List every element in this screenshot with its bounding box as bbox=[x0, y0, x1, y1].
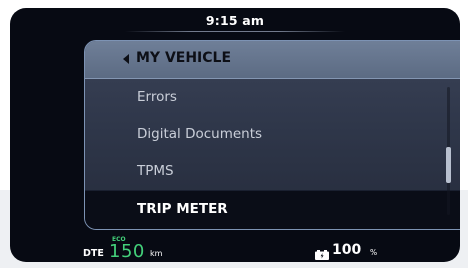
chevron-left-icon[interactable] bbox=[123, 54, 129, 64]
dashboard-screen: 9:15 am MY VEHICLE Errors Digital Docume… bbox=[10, 8, 460, 262]
clock: 9:15 am bbox=[205, 13, 265, 28]
menu-header[interactable]: MY VEHICLE bbox=[85, 41, 460, 79]
menu-item-label: Errors bbox=[137, 89, 177, 105]
dte-label: DTE bbox=[83, 248, 104, 259]
menu-item-label: TRIP METER bbox=[137, 201, 228, 217]
menu-item-errors[interactable]: Errors bbox=[85, 79, 460, 116]
battery-unit: % bbox=[370, 248, 378, 257]
status-divider bbox=[125, 31, 345, 32]
dte-value: 150 bbox=[109, 241, 145, 262]
battery-icon bbox=[315, 245, 329, 260]
menu-item-label: TPMS bbox=[137, 163, 174, 179]
status-bar: 9:15 am bbox=[10, 8, 460, 40]
menu-panel: MY VEHICLE Errors Digital Documents TPMS… bbox=[84, 40, 460, 230]
menu-title: MY VEHICLE bbox=[136, 50, 232, 66]
battery-value: 100 bbox=[332, 242, 362, 258]
dte-unit: km bbox=[150, 249, 163, 258]
menu-item-digital-documents[interactable]: Digital Documents bbox=[85, 116, 460, 153]
menu-item-trip-meter[interactable]: TRIP METER bbox=[85, 190, 460, 229]
bottom-status-bar: DTE ECO 150 km 100 % bbox=[10, 232, 460, 262]
scrollbar-thumb[interactable] bbox=[446, 147, 451, 183]
menu-item-tpms[interactable]: TPMS bbox=[85, 153, 460, 190]
menu-item-label: Digital Documents bbox=[137, 126, 263, 142]
